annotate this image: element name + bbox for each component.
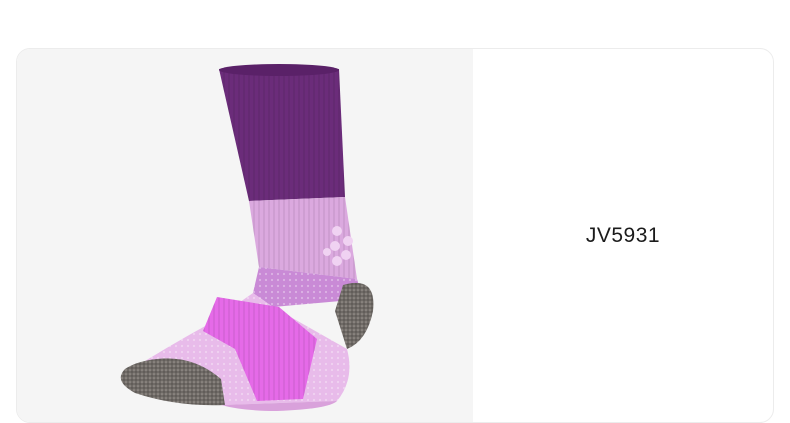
sock-product-image <box>120 64 374 411</box>
product-image-panel[interactable] <box>17 49 473 422</box>
sock-heel <box>335 282 374 349</box>
product-info-panel: JV5931 <box>473 49 773 422</box>
product-sku: JV5931 <box>585 223 661 247</box>
product-card[interactable]: JV5931 <box>16 48 774 423</box>
